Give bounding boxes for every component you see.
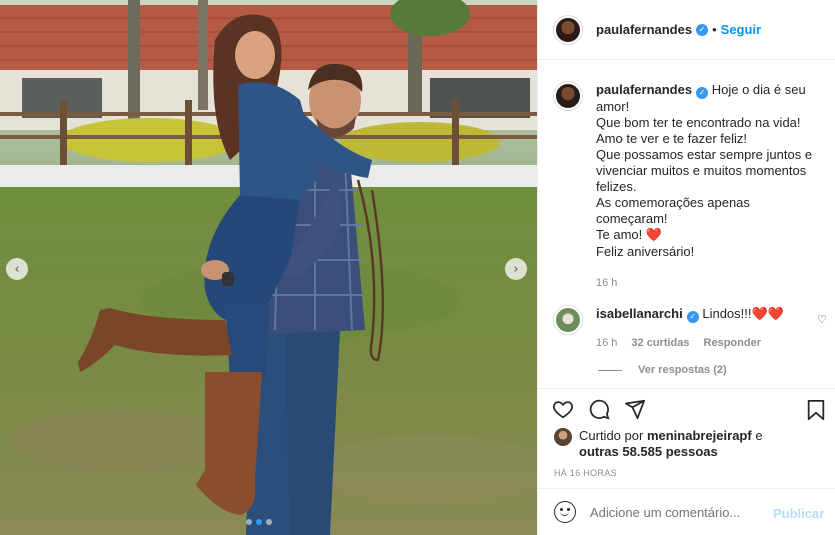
actions-divider: [538, 388, 835, 389]
comment-item: isabellanarchi ✓ Lindos!!!❤️❤️ 16 h 32 cu…: [554, 306, 835, 351]
view-replies-label: Ver respostas (2): [638, 364, 727, 376]
share-icon[interactable]: [624, 398, 646, 420]
add-comment-bar: Publicar: [538, 488, 835, 535]
commenter-username[interactable]: isabellanarchi: [596, 306, 683, 321]
post-header: paulafernandes ✓ • Seguir: [538, 0, 835, 60]
caption-text-end: Feliz aniversário!: [596, 244, 695, 259]
likes-summary: Curtido por meninabrejeirapf e outras 58…: [554, 428, 763, 460]
comment-icon[interactable]: [588, 398, 610, 420]
caption-author-avatar[interactable]: [554, 82, 582, 110]
post-image[interactable]: ‹ ›: [0, 0, 537, 535]
couple-photo: [0, 0, 537, 535]
post-timestamp[interactable]: HÁ 16 HORAS: [554, 468, 617, 478]
carousel-dot-active: [256, 519, 262, 525]
publish-button[interactable]: Publicar: [773, 506, 824, 521]
carousel-dot: [246, 519, 252, 525]
post-sidebar: paulafernandes ✓ • Seguir paulafernandes…: [537, 0, 835, 535]
heart-icon[interactable]: [552, 398, 574, 420]
likes-count[interactable]: outras 58.585 pessoas: [579, 444, 718, 459]
reply-button[interactable]: Responder: [704, 335, 761, 351]
author-username[interactable]: paulafernandes: [596, 22, 692, 37]
instagram-post: ‹ › paulafernandes ✓ • Seguir paulaferna…: [0, 0, 835, 535]
liker-username[interactable]: meninabrejeirapf: [647, 428, 752, 443]
view-replies-button[interactable]: Ver respostas (2): [598, 364, 727, 376]
action-icons: [552, 398, 646, 420]
post-caption: paulafernandes ✓ Hoje o dia é seu amor! Q…: [554, 82, 830, 291]
comment-time[interactable]: 16 h: [596, 335, 617, 351]
comment-meta: 16 h 32 curtidas Responder: [596, 335, 796, 351]
separator-dot: •: [712, 22, 717, 37]
heart-emoji: ❤️: [645, 228, 663, 243]
author-avatar[interactable]: [554, 15, 582, 44]
chevron-left-icon: ‹: [14, 261, 20, 277]
follow-button[interactable]: Seguir: [721, 22, 761, 37]
liker-avatar[interactable]: [554, 428, 572, 446]
hearts-emoji: ❤️❤️: [751, 307, 784, 322]
caption-timestamp[interactable]: 16 h: [596, 275, 821, 291]
comment-body: isabellanarchi ✓ Lindos!!!❤️❤️ 16 h 32 cu…: [596, 306, 796, 351]
carousel-next-button[interactable]: ›: [505, 258, 527, 280]
comment-likes[interactable]: 32 curtidas: [631, 335, 689, 351]
caption-text: Hoje o dia é seu amor! Que bom ter te en…: [596, 82, 813, 242]
caption-body: paulafernandes ✓ Hoje o dia é seu amor! Q…: [596, 82, 821, 291]
carousel-prev-button[interactable]: ‹: [6, 258, 28, 280]
comment-input[interactable]: [590, 504, 770, 520]
caption-author-username[interactable]: paulafernandes: [596, 82, 692, 97]
likes-text: Curtido por meninabrejeirapf e outras 58…: [579, 428, 763, 460]
commenter-avatar[interactable]: [554, 306, 582, 334]
chevron-right-icon: ›: [513, 261, 519, 277]
likes-prefix: Curtido por: [579, 428, 644, 443]
likes-suffix: e: [755, 428, 763, 443]
emoji-icon[interactable]: [554, 501, 576, 523]
replies-divider: [598, 369, 622, 371]
verified-icon: ✓: [686, 311, 699, 323]
comment-text: Lindos!!!: [702, 306, 752, 321]
carousel-dot: [266, 519, 272, 525]
verified-icon: ✓: [696, 87, 709, 99]
carousel-indicator: [246, 519, 272, 525]
comment-like-icon[interactable]: ♡: [817, 313, 827, 326]
bookmark-icon[interactable]: [806, 399, 826, 421]
verified-icon: ✓: [696, 23, 709, 36]
